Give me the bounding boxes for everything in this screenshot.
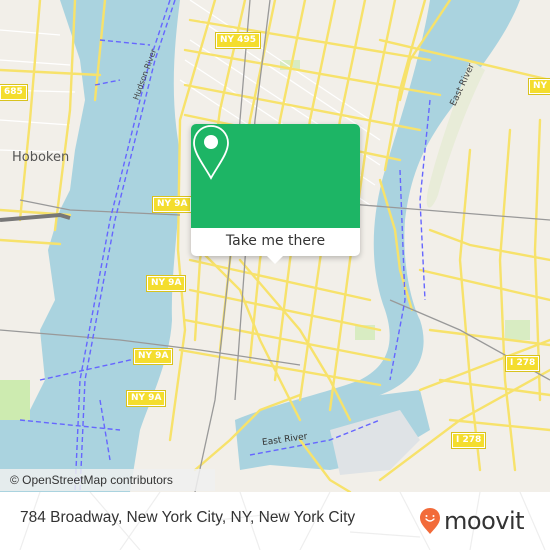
shield-ny-partial: NY bbox=[527, 78, 550, 95]
shield-i685: 685 bbox=[0, 84, 28, 101]
footer: 784 Broadway, New York City, NY, New Yor… bbox=[0, 492, 550, 550]
shield-ny495: NY 495 bbox=[215, 32, 261, 49]
location-pin-icon bbox=[193, 125, 229, 180]
popup-header bbox=[191, 124, 360, 228]
location-popup: Take me there bbox=[191, 124, 360, 264]
shield-i278-2: I 278 bbox=[450, 432, 487, 449]
shield-i278-1: I 278 bbox=[504, 355, 541, 372]
take-me-there-button[interactable]: Take me there bbox=[191, 228, 360, 256]
popup-tail bbox=[267, 256, 283, 264]
shield-ny9a-1: NY 9A bbox=[151, 196, 193, 213]
shield-ny9a-4: NY 9A bbox=[125, 390, 167, 407]
brand-name: moovit bbox=[444, 507, 525, 535]
map-view[interactable]: Hoboken Hudson River East River East Riv… bbox=[0, 0, 550, 492]
map-label-hoboken: Hoboken bbox=[12, 150, 70, 165]
moovit-pin-icon bbox=[420, 508, 440, 534]
shield-ny9a-3: NY 9A bbox=[132, 348, 174, 365]
moovit-logo[interactable]: moovit bbox=[419, 506, 525, 536]
shield-ny9a-2: NY 9A bbox=[145, 275, 187, 292]
map-attribution[interactable]: © OpenStreetMap contributors bbox=[0, 469, 215, 491]
address-text: 784 Broadway, New York City, NY, New Yor… bbox=[20, 509, 356, 526]
